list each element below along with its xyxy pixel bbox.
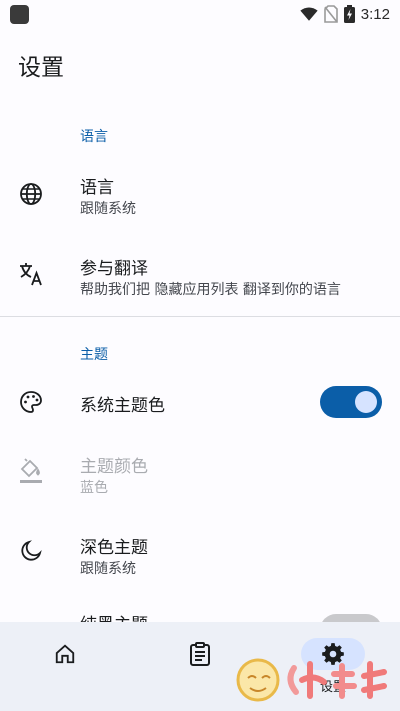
moon-icon	[18, 538, 44, 564]
section-header-language: 语言	[80, 129, 108, 145]
section-header-theme: 主题	[80, 347, 108, 363]
status-indicators: 3:12	[300, 4, 390, 24]
globe-icon	[18, 181, 44, 207]
translate-icon	[18, 261, 44, 287]
pure-black-switch[interactable]	[320, 614, 382, 622]
setting-translate[interactable]: 参与翻译 帮助我们把 隐藏应用列表 翻译到你的语言	[0, 234, 400, 314]
settings-list[interactable]: 语言 语言 跟随系统 参与翻译 帮助我们把 隐藏应用列表 翻译到你的语言 主题 …	[0, 100, 400, 622]
setting-pure-black[interactable]: 纯黑主题	[0, 594, 400, 622]
home-icon	[33, 638, 97, 670]
settings-screen: 3:12 设置 语言 语言 跟随系统 参与翻译 帮助我们把 隐藏应用列表 翻译到…	[0, 0, 400, 711]
setting-theme-color: 主题颜色 蓝色	[0, 434, 400, 514]
nav-item-settings[interactable]: 设置	[301, 622, 365, 711]
setting-language-subtitle: 跟随系统	[80, 201, 136, 217]
setting-system-color[interactable]: 系统主题色	[0, 370, 400, 434]
clipboard-icon	[168, 638, 232, 670]
setting-theme-color-subtitle: 蓝色	[80, 480, 108, 496]
page-title: 设置	[18, 55, 64, 81]
app-notification-icon	[10, 5, 29, 24]
setting-theme-color-title: 主题颜色	[80, 457, 148, 477]
gear-icon	[301, 638, 365, 670]
battery-charging-icon	[343, 5, 355, 23]
setting-translate-title: 参与翻译	[80, 259, 148, 279]
paint-bucket-icon	[18, 458, 44, 484]
system-color-switch[interactable]	[320, 386, 382, 418]
setting-pure-black-title: 纯黑主题	[80, 610, 148, 622]
bottom-navigation: 设置	[0, 622, 400, 711]
switch-thumb	[355, 391, 377, 413]
setting-translate-subtitle: 帮助我们把 隐藏应用列表 翻译到你的语言	[80, 282, 341, 298]
setting-system-color-title: 系统主题色	[80, 396, 165, 416]
setting-dark-theme-subtitle: 跟随系统	[80, 561, 136, 577]
wifi-icon	[300, 7, 318, 21]
nav-item-home[interactable]	[33, 622, 97, 711]
nav-label-settings: 设置	[319, 680, 346, 695]
no-sim-icon	[323, 5, 338, 23]
setting-language[interactable]: 语言 跟随系统	[0, 154, 400, 234]
setting-dark-theme[interactable]: 深色主题 跟随系统	[0, 514, 400, 594]
status-time: 3:12	[360, 5, 390, 23]
setting-language-title: 语言	[80, 178, 114, 198]
palette-icon	[18, 389, 44, 415]
nav-item-list[interactable]	[168, 622, 232, 711]
status-bar: 3:12	[0, 0, 400, 28]
section-divider	[0, 316, 400, 317]
setting-dark-theme-title: 深色主题	[80, 538, 148, 558]
